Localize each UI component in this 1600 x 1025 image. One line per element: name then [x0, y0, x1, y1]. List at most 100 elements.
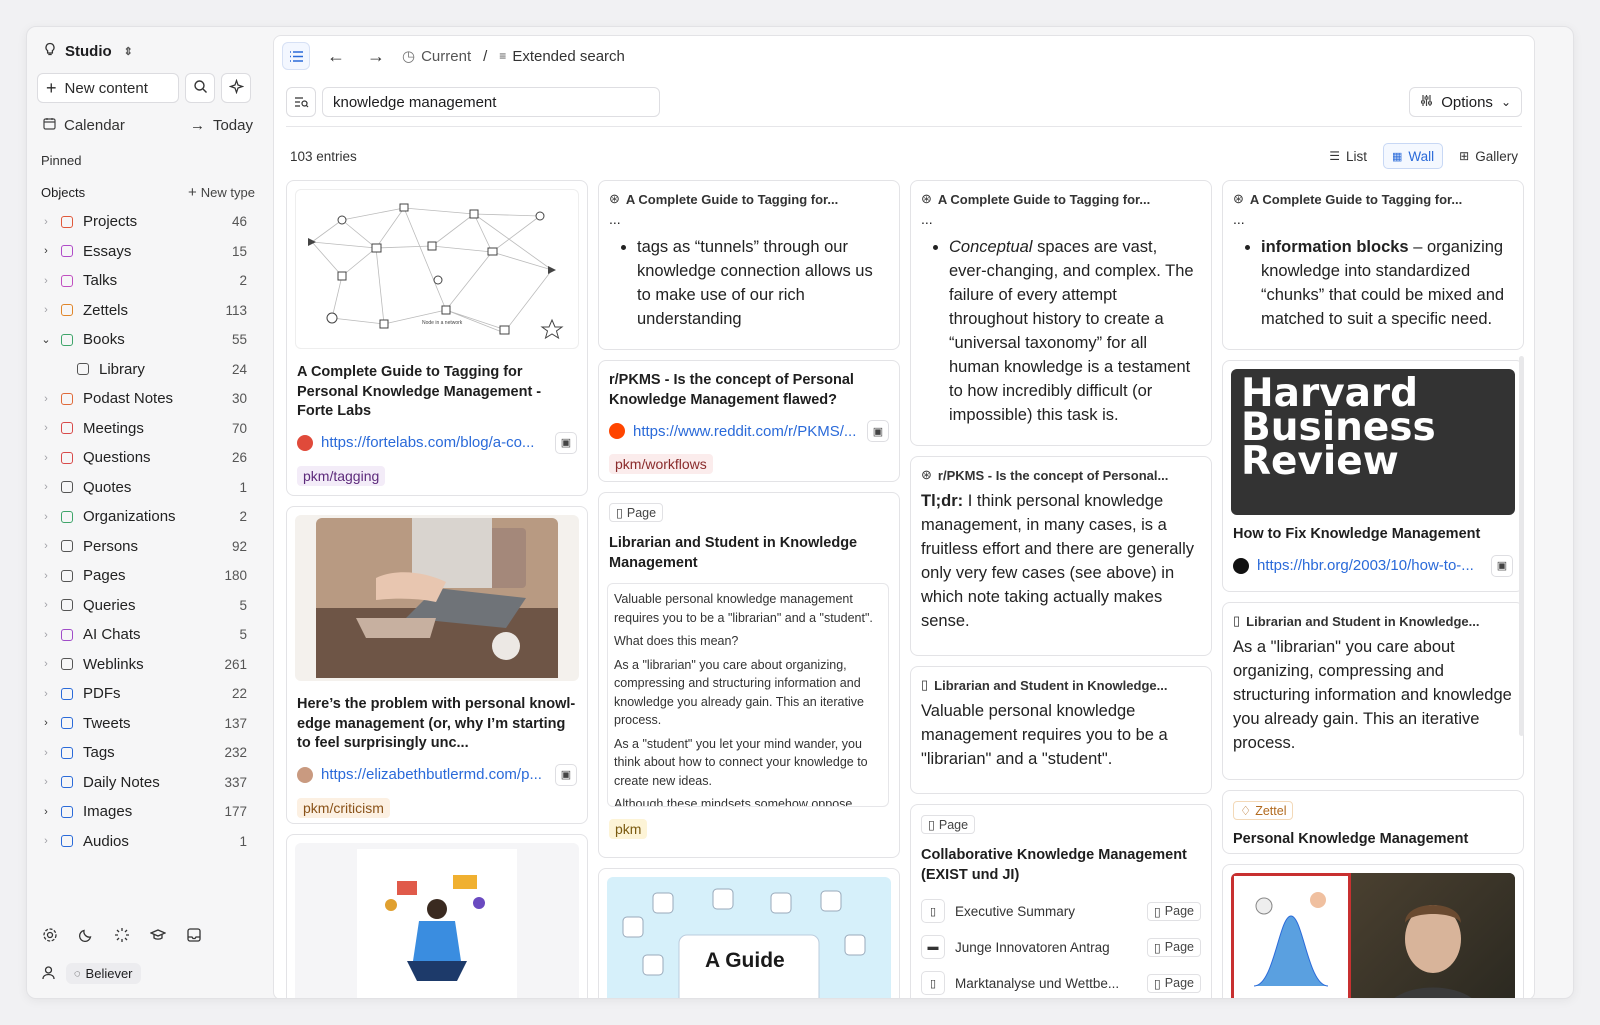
sidebar-item-pages[interactable]: › Pages 180	[37, 561, 259, 591]
scrollbar[interactable]	[1519, 356, 1524, 736]
weblink-card[interactable]: Node in a network A Complete Guide to Ta…	[286, 180, 588, 496]
chevron-right-icon[interactable]: ›	[37, 540, 55, 552]
zettel-card[interactable]: ♢ Zettel Personal Knowledge Management	[1222, 790, 1524, 854]
chevron-down-icon[interactable]: ⌄	[37, 333, 55, 346]
view-gallery-button[interactable]: ⊞ Gallery	[1451, 143, 1526, 169]
sidebar-item-images[interactable]: › Images 177	[37, 797, 259, 827]
sidebar-toggle-button[interactable]	[282, 42, 310, 70]
moon-icon[interactable]	[77, 926, 95, 944]
chevron-right-icon[interactable]: ›	[37, 275, 55, 287]
weblink-card[interactable]	[286, 834, 588, 998]
chevron-right-icon[interactable]: ›	[37, 245, 55, 257]
query-type-button[interactable]	[286, 87, 316, 117]
subpage-row[interactable]: ▬ Junge Innovatoren Antrag ▯ Page	[921, 929, 1201, 965]
sidebar-item-daily-notes[interactable]: › Daily Notes 337	[37, 768, 259, 798]
card-url[interactable]: https://fortelabs.com/blog/a-co... ▣	[287, 431, 587, 454]
chevron-right-icon[interactable]: ›	[37, 570, 55, 582]
chevron-right-icon[interactable]: ›	[37, 599, 55, 611]
weblink-card[interactable]: Harvard Business Review How to Fix Knowl…	[1222, 360, 1524, 592]
chevron-right-icon[interactable]: ›	[37, 481, 55, 493]
inbox-icon[interactable]	[185, 926, 203, 944]
sidebar-item-quotes[interactable]: › Quotes 1	[37, 473, 259, 503]
copy-button[interactable]: ▣	[555, 431, 577, 454]
highlight-card[interactable]: ▯ Librarian and Student in Knowledge... …	[910, 666, 1212, 794]
sidebar-item-projects[interactable]: › Projects 46	[37, 207, 259, 237]
sidebar-item-pdfs[interactable]: › PDFs 22	[37, 679, 259, 709]
today-link[interactable]: → Today	[190, 117, 253, 134]
card-url[interactable]: https://www.reddit.com/r/PKMS/... ▣	[599, 420, 899, 442]
tag-chip[interactable]: pkm	[609, 819, 648, 839]
back-button[interactable]: ←	[322, 42, 350, 70]
chevron-right-icon[interactable]: ›	[37, 422, 55, 434]
sidebar-item-talks[interactable]: › Talks 2	[37, 266, 259, 296]
chevron-right-icon[interactable]: ›	[37, 216, 55, 228]
chevron-right-icon[interactable]: ›	[37, 629, 55, 641]
highlight-card[interactable]: ⊛ r/PKMS - Is the concept of Personal...…	[910, 456, 1212, 656]
sidebar-item-ai-chats[interactable]: › AI Chats 5	[37, 620, 259, 650]
tag-chip[interactable]: pkm/criticism	[297, 797, 390, 818]
highlight-card[interactable]: ▯ Librarian and Student in Knowledge... …	[1222, 602, 1524, 780]
forward-button[interactable]: →	[362, 42, 390, 70]
tag-chip[interactable]: pkm/workflows	[609, 454, 713, 474]
breadcrumb-current[interactable]: Current	[421, 48, 471, 65]
view-list-button[interactable]: ☰ List	[1321, 143, 1375, 169]
sidebar-item-weblinks[interactable]: › Weblinks 261	[37, 650, 259, 680]
copy-button[interactable]: ▣	[1491, 554, 1513, 577]
chevron-right-icon[interactable]: ›	[37, 511, 55, 523]
sidebar-item-books[interactable]: ⌄ Books 55	[37, 325, 259, 355]
sidebar-item-persons[interactable]: › Persons 92	[37, 532, 259, 562]
video-card[interactable]	[1222, 864, 1524, 998]
card-url[interactable]: https://elizabethbutlermd.com/p... ▣	[287, 763, 587, 786]
tag-chip[interactable]: pkm/tagging	[297, 465, 386, 486]
sidebar-item-essays[interactable]: › Essays 15	[37, 237, 259, 267]
weblink-card[interactable]: A Guide	[598, 868, 900, 998]
sidebar-item-queries[interactable]: › Queries 5	[37, 591, 259, 621]
subpage-row[interactable]: ▯ Marktanalyse und Wettbe... ▯ Page	[921, 965, 1201, 998]
new-content-button[interactable]: + New content	[37, 73, 179, 103]
sidebar-item-zettels[interactable]: › Zettels 113	[37, 296, 259, 326]
sidebar-item-meetings[interactable]: › Meetings 70	[37, 414, 259, 444]
highlight-card[interactable]: ⊛ A Complete Guide to Tagging for... ...…	[1222, 180, 1524, 350]
sidebar-item-organizations[interactable]: › Organizations 2	[37, 502, 259, 532]
search-button[interactable]	[185, 73, 215, 103]
sidebar-item-tweets[interactable]: › Tweets 137	[37, 709, 259, 739]
chevron-right-icon[interactable]: ›	[37, 747, 55, 759]
copy-button[interactable]: ▣	[867, 420, 889, 442]
workspace-switcher[interactable]: Studio ⇕	[37, 39, 259, 63]
search-input[interactable]: knowledge management	[322, 87, 660, 117]
settings-icon[interactable]	[41, 926, 59, 944]
chevron-right-icon[interactable]: ›	[37, 393, 55, 405]
chevron-right-icon[interactable]: ›	[37, 452, 55, 464]
weblink-card[interactable]: Here’s the problem with personal knowl-e…	[286, 506, 588, 824]
chevron-right-icon[interactable]: ›	[37, 658, 55, 670]
weblink-card[interactable]: r/PKMS - Is the concept of Personal Know…	[598, 360, 900, 482]
new-type-button[interactable]: + New type	[188, 184, 255, 201]
page-card[interactable]: ▯ Page Collaborative Knowledge Managemen…	[910, 804, 1212, 998]
page-card[interactable]: ▯ Page Librarian and Student in Knowledg…	[598, 492, 900, 858]
user-icon[interactable]	[41, 965, 56, 983]
sidebar-item-tags[interactable]: › Tags 232	[37, 738, 259, 768]
subpage-row[interactable]: ▯ Executive Summary ▯ Page	[921, 893, 1201, 929]
chevron-right-icon[interactable]: ›	[37, 835, 55, 847]
view-wall-button[interactable]: ▦ Wall	[1383, 143, 1444, 169]
sidebar-item-podast-notes[interactable]: › Podast Notes 30	[37, 384, 259, 414]
chevron-right-icon[interactable]: ›	[37, 776, 55, 788]
highlight-card[interactable]: ⊛ A Complete Guide to Tagging for... ...…	[598, 180, 900, 350]
chevron-right-icon[interactable]: ›	[37, 688, 55, 700]
highlight-card[interactable]: ⊛ A Complete Guide to Tagging for... ...…	[910, 180, 1212, 446]
sidebar-item-library[interactable]: Library 24	[37, 355, 259, 385]
loader-icon[interactable]	[113, 926, 131, 944]
calendar-link[interactable]: Calendar	[43, 117, 125, 134]
card-url[interactable]: https://hbr.org/2003/10/how-to-... ▣	[1223, 554, 1523, 577]
sidebar-item-audios[interactable]: › Audios 1	[37, 827, 259, 857]
chevron-right-icon[interactable]: ›	[37, 806, 55, 818]
user-badge[interactable]: ◌ Believer	[66, 963, 141, 984]
sidebar-item-questions[interactable]: › Questions 26	[37, 443, 259, 473]
graduation-cap-icon[interactable]	[149, 926, 167, 944]
chevron-right-icon[interactable]: ›	[37, 717, 55, 729]
options-button[interactable]: Options ⌄	[1409, 87, 1522, 117]
ai-button[interactable]	[221, 73, 251, 103]
chevron-right-icon[interactable]: ›	[37, 304, 55, 316]
copy-button[interactable]: ▣	[555, 763, 577, 786]
breadcrumb-page[interactable]: Extended search	[512, 48, 625, 65]
